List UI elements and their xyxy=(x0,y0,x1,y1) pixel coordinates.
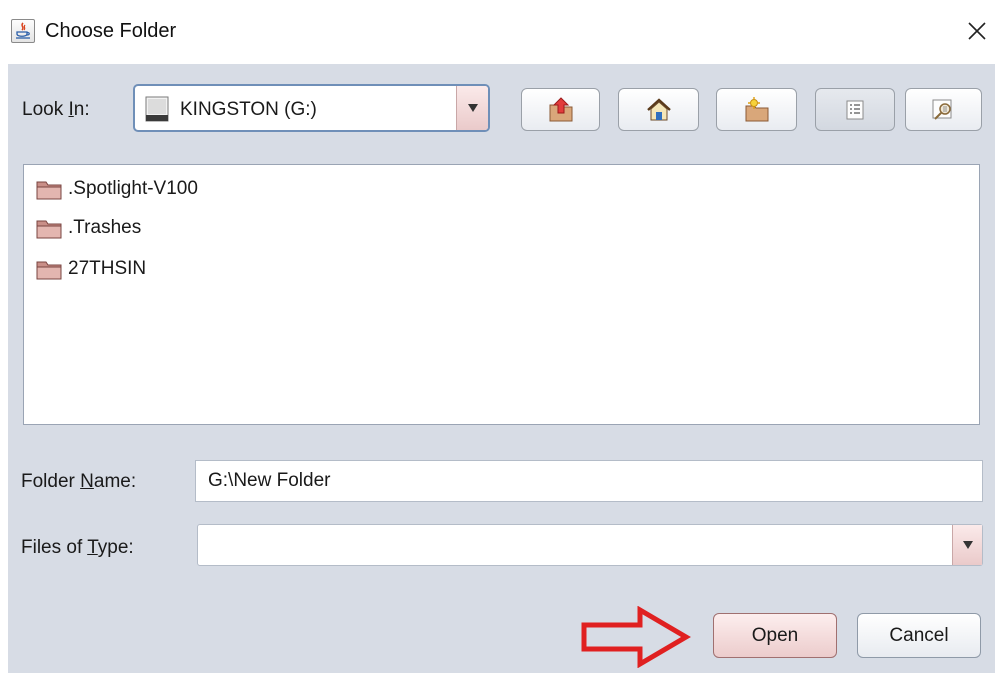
open-button[interactable]: Open xyxy=(713,613,837,658)
list-item[interactable]: 27THSIN xyxy=(36,254,146,284)
create-new-folder-button[interactable] xyxy=(716,88,797,131)
list-item[interactable]: .Trashes xyxy=(36,213,141,243)
details-view-icon xyxy=(932,99,951,120)
folder-name-label: Folder Name: xyxy=(21,471,137,492)
new-folder-icon xyxy=(745,96,768,121)
window-title: Choose Folder xyxy=(45,20,177,42)
home-button[interactable] xyxy=(618,88,699,131)
up-one-level-button[interactable] xyxy=(521,88,600,131)
cancel-button[interactable]: Cancel xyxy=(857,613,981,658)
file-name: .Trashes xyxy=(68,217,142,238)
folder-icon xyxy=(36,261,62,280)
list-view-button[interactable] xyxy=(815,88,895,131)
list-view-icon xyxy=(846,100,864,119)
close-button[interactable] xyxy=(960,14,994,48)
chevron-down-icon xyxy=(963,541,973,549)
look-in-value: KINGSTON (G:) xyxy=(180,99,317,120)
folder-name-input[interactable] xyxy=(195,460,983,502)
drive-icon xyxy=(145,96,169,122)
files-of-type-dropdown-arrow[interactable] xyxy=(952,525,982,565)
list-item[interactable]: .Spotlight-V100 xyxy=(36,174,198,204)
chevron-down-icon xyxy=(468,104,478,112)
folder-icon xyxy=(36,220,62,239)
details-view-button[interactable] xyxy=(905,88,982,131)
close-icon xyxy=(968,22,986,40)
file-name: 27THSIN xyxy=(68,258,147,279)
red-arrow-icon xyxy=(581,606,691,668)
look-in-combo[interactable]: KINGSTON (G:) xyxy=(133,84,490,132)
folder-icon xyxy=(36,181,62,200)
look-in-dropdown-arrow[interactable] xyxy=(456,86,488,130)
file-list[interactable]: .Spotlight-V100 .Trashes 27THSIN xyxy=(23,164,980,425)
files-of-type-label: Files of Type: xyxy=(21,537,134,558)
file-name: .Spotlight-V100 xyxy=(68,178,198,199)
java-icon xyxy=(11,19,35,43)
files-of-type-combo[interactable] xyxy=(197,524,983,566)
home-icon xyxy=(646,97,671,120)
folder-up-icon xyxy=(549,96,572,121)
look-in-label: Look In: xyxy=(22,99,90,120)
title-bar: Choose Folder xyxy=(0,0,995,64)
